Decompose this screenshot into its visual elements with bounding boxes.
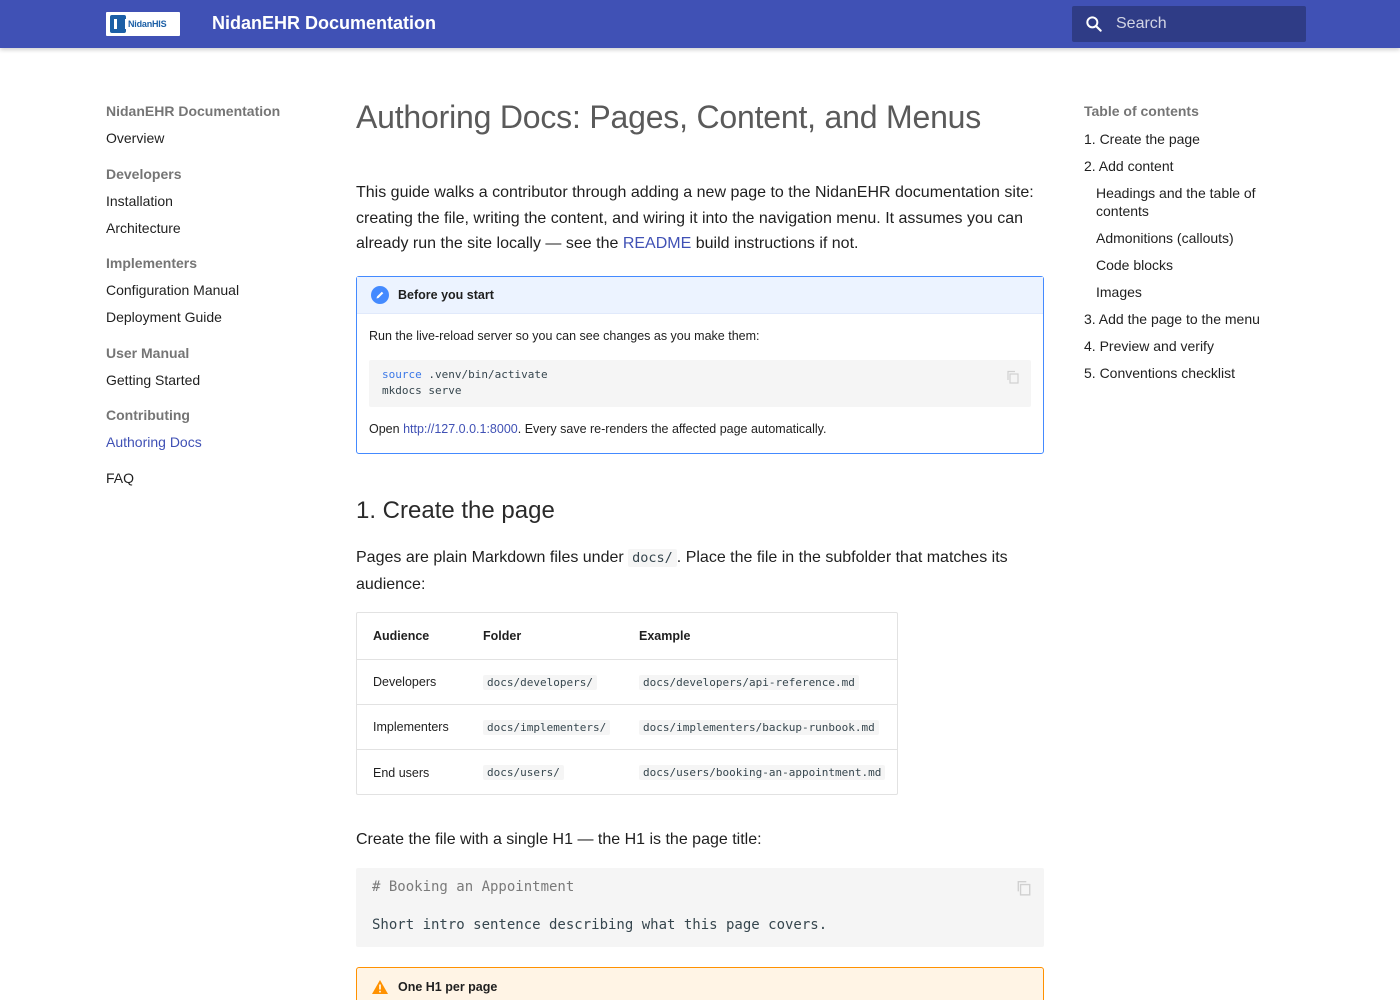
warning-admonition: One H1 per page [356, 967, 1044, 1000]
nav-item-overview[interactable]: Overview [106, 130, 164, 146]
nav-section-contributing: Contributing [106, 407, 190, 423]
nav-section-implementers: Implementers [106, 255, 198, 271]
localhost-link[interactable]: http://127.0.0.1:8000 [403, 422, 518, 436]
intro-line-3: already run the site locally — see the R… [356, 231, 1044, 257]
note-open-before: Open [369, 422, 404, 436]
table-cell-audience: Developers [373, 675, 437, 689]
search-box[interactable] [1072, 6, 1306, 42]
create-page-paragraph: Pages are plain Markdown files under doc… [356, 545, 1044, 597]
table-header-folder: Folder [483, 629, 522, 643]
pencil-icon [371, 286, 389, 304]
nav-root-title: NidanEHR Documentation [106, 103, 281, 119]
top-header-bar: NidanHIS NidanEHR Documentation [0, 0, 1400, 48]
note-code-block: source .venv/bin/activate mkdocs serve [369, 360, 1031, 407]
toc-item-admonitions[interactable]: Admonitions (callouts) [1096, 229, 1272, 247]
create-page-line-2: audience: [356, 575, 426, 593]
inline-code-docs: docs/ [628, 549, 677, 567]
markdown-code-block: # Booking an Appointment Short intro sen… [356, 868, 1044, 947]
note-admonition: Before you start Run the live-reload ser… [356, 276, 1044, 454]
toc-item-images[interactable]: Images [1096, 283, 1272, 301]
intro-text-after-link: build instructions if not. [691, 235, 859, 253]
intro-line-1: This guide walks a contributor through a… [356, 184, 1034, 201]
copy-icon[interactable] [1006, 370, 1020, 384]
table-header-example: Example [639, 629, 691, 643]
copy-icon[interactable] [1016, 880, 1032, 896]
table-code-example: docs/implementers/backup-runbook.md [639, 719, 879, 735]
warning-icon [372, 979, 388, 994]
toc-item-code-blocks[interactable]: Code blocks [1096, 256, 1272, 274]
note-code-line-1: source .venv/bin/activate [382, 368, 548, 381]
intro-line-2: creating the file, writing the content, … [356, 209, 1024, 227]
table-code-example: docs/users/booking-an-appointment.md [639, 765, 886, 780]
toc-title: Table of contents [1084, 103, 1199, 119]
nav-item-authoring-docs[interactable]: Authoring Docs [106, 434, 202, 450]
nav-section-developers: Developers [106, 166, 182, 182]
search-input[interactable] [1116, 6, 1296, 42]
note-admonition-header: Before you start [357, 277, 1043, 314]
table-code-example: docs/developers/api-reference.md [639, 674, 859, 690]
table-cell-folder: docs/implementers/ [483, 705, 611, 749]
note-text: Run the live-reload server so you can se… [369, 329, 760, 343]
logo-mark-icon [110, 15, 128, 33]
toc-item-conventions[interactable]: 5. Conventions checklist [1084, 364, 1235, 382]
table-cell-example: docs/developers/api-reference.md [639, 660, 859, 704]
create-page-text-before: Pages are plain Markdown files under [356, 549, 629, 566]
note-open-after: . Every save re-renders the affected pag… [517, 422, 827, 436]
table-header-audience: Audience [373, 629, 430, 643]
table-row: Implementers docs/implementers/ docs/imp… [357, 704, 897, 749]
code-line-heading: # Booking an Appointment [372, 879, 575, 895]
note-open-text: Open http://127.0.0.1:8000. Every save r… [369, 422, 826, 436]
warning-admonition-title: One H1 per page [398, 979, 498, 994]
table-cell-example: docs/users/booking-an-appointment.md [639, 750, 886, 795]
code-line-1-rest: .venv/bin/activate [421, 368, 548, 381]
search-icon[interactable] [1084, 14, 1104, 34]
site-logo[interactable]: NidanHIS [106, 12, 180, 36]
table-header-row: Audience Folder Example [357, 613, 897, 659]
page-title: Authoring Docs: Pages, Content, and Menu… [356, 99, 982, 135]
h1-instruction-paragraph: Create the file with a single H1 — the H… [356, 831, 762, 848]
toc-item-preview-verify[interactable]: 4. Preview and verify [1084, 337, 1214, 355]
table-cell-audience: Implementers [373, 720, 449, 734]
toc-item-create-page[interactable]: 1. Create the page [1084, 130, 1200, 148]
table-cell-folder: docs/developers/ [483, 660, 597, 704]
create-page-text-after: . Place the file in the subfolder that m… [676, 549, 1008, 566]
table-code-folder: docs/users/ [483, 765, 564, 780]
section-heading-create-page: 1. Create the page [356, 497, 555, 524]
table-code-folder: docs/implementers/ [483, 719, 611, 735]
logo-text: NidanHIS [128, 19, 167, 29]
readme-link[interactable]: README [623, 235, 691, 252]
nav-item-configuration-manual[interactable]: Configuration Manual [106, 282, 239, 298]
code-keyword-source: source [382, 368, 422, 381]
table-cell-example: docs/implementers/backup-runbook.md [639, 705, 879, 749]
toc-item-headings-toc[interactable]: Headings and the table of contents [1096, 184, 1272, 220]
nav-item-faq[interactable]: FAQ [106, 470, 134, 486]
nav-item-architecture[interactable]: Architecture [106, 220, 181, 236]
audience-folder-table: Audience Folder Example Developers docs/… [356, 612, 898, 795]
toc-item-add-content[interactable]: 2. Add content [1084, 157, 1174, 175]
code-line-intro: Short intro sentence describing what thi… [372, 917, 828, 933]
site-title[interactable]: NidanEHR Documentation [212, 13, 436, 34]
intro-text-before-link: already run the site locally — see the [356, 235, 623, 253]
note-code-line-2: mkdocs serve [382, 384, 462, 397]
toc-item-add-to-menu[interactable]: 3. Add the page to the menu [1084, 310, 1260, 328]
warning-admonition-header: One H1 per page [357, 968, 1043, 1000]
table-row: Developers docs/developers/ docs/develop… [357, 659, 897, 704]
nav-section-user-manual: User Manual [106, 345, 190, 361]
table-cell-audience: End users [373, 765, 430, 780]
note-admonition-title: Before you start [398, 288, 494, 302]
table-code-folder: docs/developers/ [483, 674, 597, 690]
intro-paragraph: This guide walks a contributor through a… [356, 180, 1044, 257]
nav-item-deployment-guide[interactable]: Deployment Guide [106, 309, 222, 325]
create-page-line-1: Pages are plain Markdown files under doc… [356, 545, 1044, 572]
table-cell-folder: docs/users/ [483, 750, 564, 795]
table-row: End users docs/users/ docs/users/booking… [357, 749, 897, 795]
nav-item-installation[interactable]: Installation [106, 193, 173, 209]
nav-item-getting-started[interactable]: Getting Started [106, 372, 200, 388]
